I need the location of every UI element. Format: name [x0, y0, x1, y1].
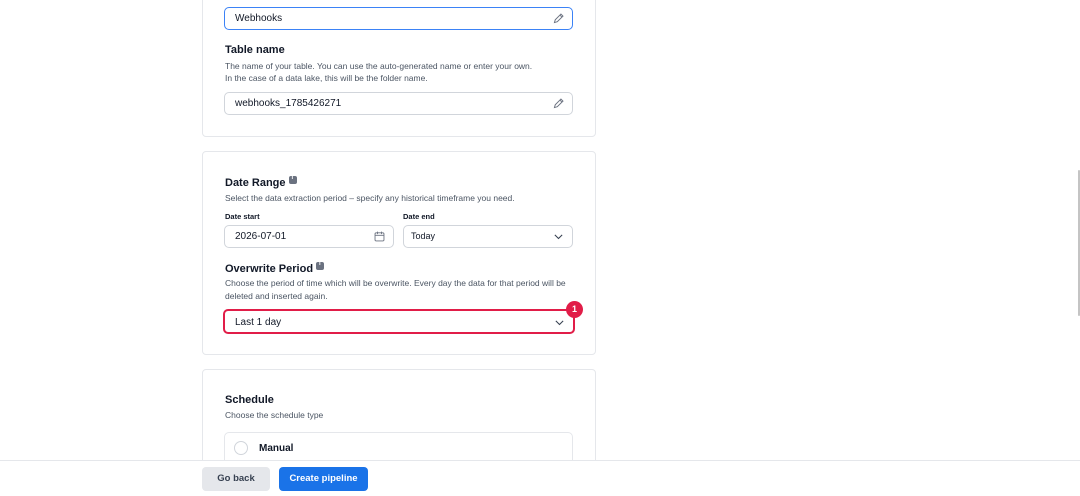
date-range-heading: Date Range [225, 175, 297, 189]
table-name-value: webhooks_1785426271 [235, 98, 342, 109]
date-start-label: Date start [225, 212, 260, 221]
schedule-heading: Schedule [225, 394, 274, 406]
table-name-heading: Table name [225, 44, 285, 56]
go-back-button[interactable]: Go back [202, 467, 270, 491]
overwrite-period-heading: Overwrite Period [225, 261, 325, 275]
calendar-icon[interactable] [373, 230, 386, 243]
pipeline-name-value: Webhooks [235, 13, 283, 24]
date-start-value: 2026-07-01 [235, 231, 287, 242]
date-start-input[interactable]: 2026-07-01 [224, 225, 394, 248]
overwrite-period-description-2: deleted and inserted again. [225, 291, 328, 301]
chevron-down-icon [555, 320, 564, 326]
chevron-down-icon [554, 234, 563, 240]
overwrite-period-value: Last 1 day [235, 317, 282, 328]
pipeline-name-input[interactable]: Webhooks [224, 7, 573, 30]
info-icon[interactable] [316, 261, 325, 270]
pencil-icon[interactable] [552, 97, 565, 110]
table-name-description-2: In the case of a data lake, this will be… [225, 73, 428, 83]
create-pipeline-button[interactable]: Create pipeline [279, 467, 368, 491]
overwrite-period-select[interactable]: Last 1 day [223, 309, 575, 334]
radio-button[interactable] [234, 441, 248, 455]
schedule-option-label: Manual [259, 443, 294, 454]
date-end-value: Today [411, 231, 436, 241]
date-end-select[interactable]: Today [403, 225, 573, 248]
pencil-icon[interactable] [552, 12, 565, 25]
date-range-description: Select the data extraction period – spec… [225, 193, 515, 203]
error-count-badge: 1 [566, 301, 583, 318]
table-name-input[interactable]: webhooks_1785426271 [224, 92, 573, 115]
schedule-description: Choose the schedule type [225, 410, 324, 420]
footer-bar: Go back Create pipeline [0, 460, 1080, 496]
overwrite-period-description-1: Choose the period of time which will be … [225, 278, 566, 288]
date-end-label: Date end [403, 212, 435, 221]
info-icon[interactable] [288, 175, 297, 184]
